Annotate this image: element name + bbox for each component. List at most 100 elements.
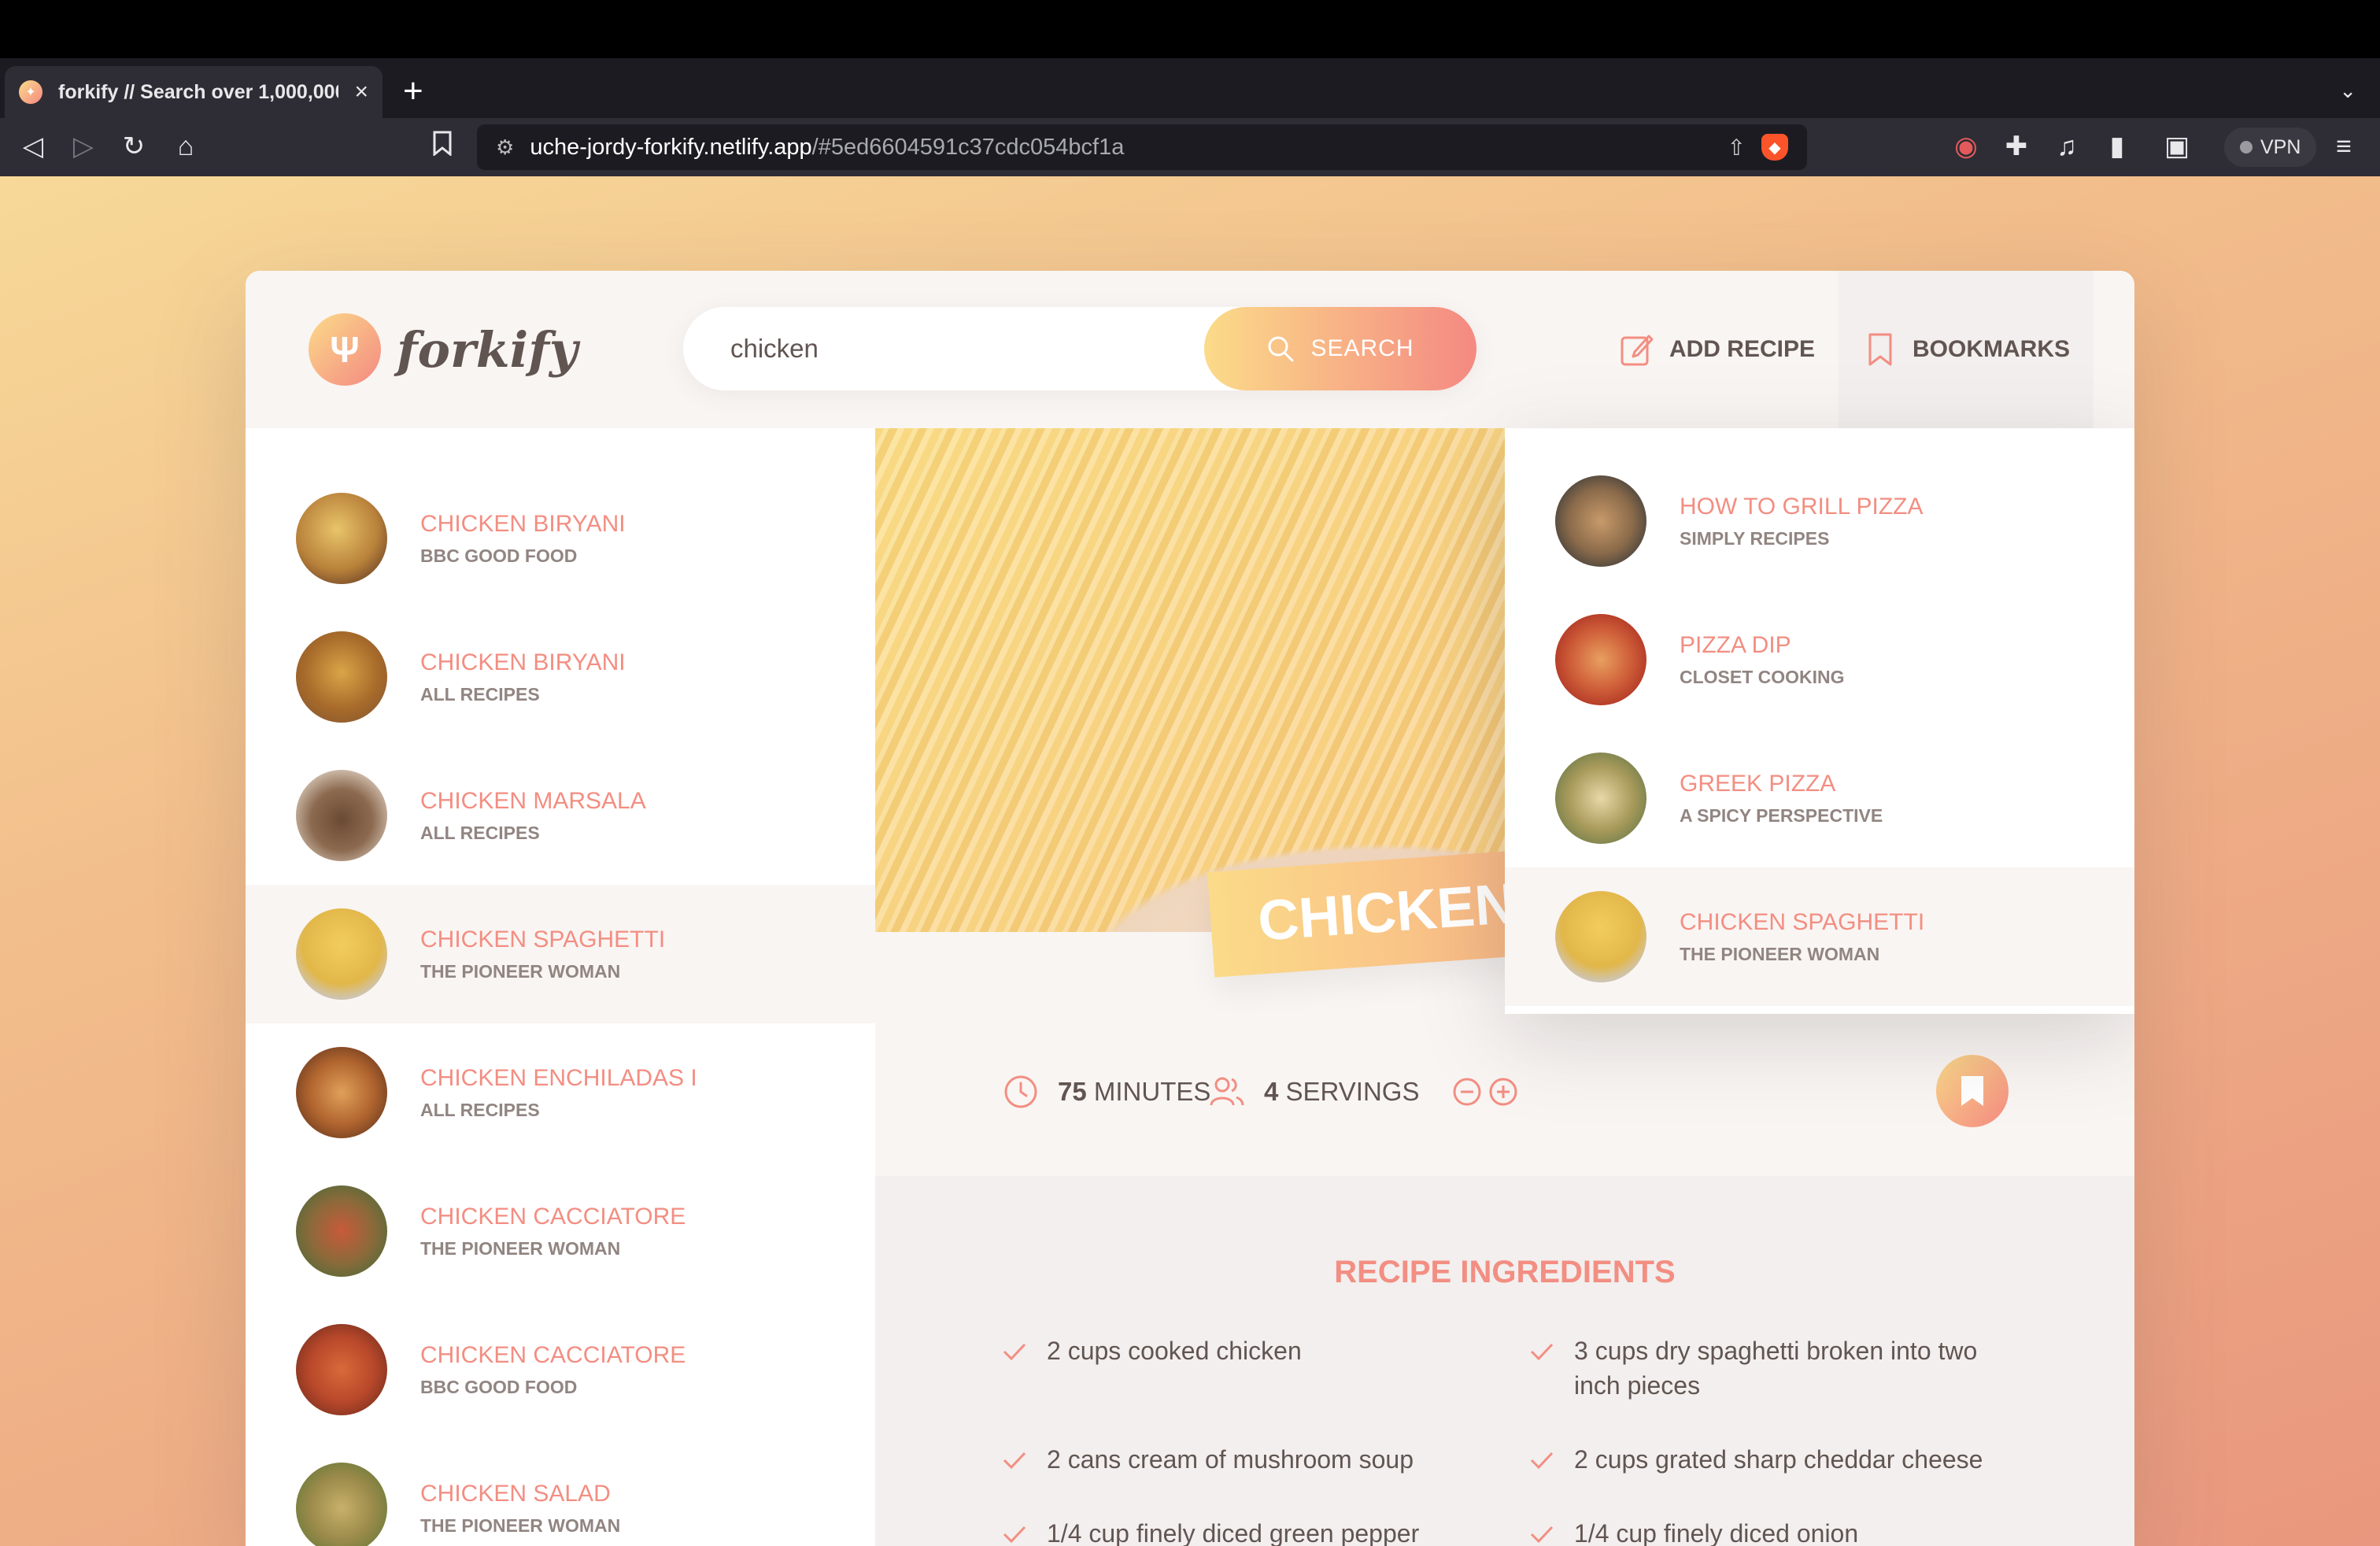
forward-icon[interactable]: ▷ bbox=[66, 131, 101, 162]
recipe-title-clip: CHICKEN SPAGHETTI bbox=[875, 428, 1513, 1026]
add-recipe-label: ADD RECIPE bbox=[1669, 336, 1815, 362]
site-settings-icon[interactable]: ⚙ bbox=[496, 135, 514, 160]
recipe-thumbnail bbox=[296, 770, 387, 861]
ingredient: 2 cans cream of mushroom soup bbox=[1001, 1442, 1528, 1477]
wallet-icon[interactable]: ▣ bbox=[2160, 131, 2194, 162]
search-icon bbox=[1268, 336, 1294, 362]
check-icon bbox=[1003, 1452, 1026, 1470]
sidebar-icon[interactable]: ▮ bbox=[2100, 131, 2134, 162]
plus-circle-icon[interactable] bbox=[1488, 1077, 1518, 1107]
browser-tab[interactable]: ✦ forkify // Search over 1,000,000 × bbox=[5, 66, 382, 118]
bookmark-recipe-button[interactable] bbox=[1936, 1055, 2009, 1127]
brave-shields-icon[interactable]: ◆ bbox=[1761, 134, 1788, 161]
result-title: Chicken Spaghetti bbox=[420, 926, 666, 952]
search-button[interactable]: SEARCH bbox=[1204, 307, 1476, 390]
bookmark-publisher: The Pioneer Woman bbox=[1680, 943, 1880, 964]
result-publisher: All Recipes bbox=[420, 1099, 540, 1120]
bookmark-item[interactable]: How to Grill Pizza Simply Recipes bbox=[1505, 452, 2134, 590]
result-item[interactable]: Chicken Cacciatore The Pioneer Woman bbox=[246, 1162, 875, 1300]
check-icon bbox=[1530, 1343, 1554, 1361]
result-item-active[interactable]: Chicken Spaghetti The Pioneer Woman bbox=[246, 885, 875, 1023]
back-icon[interactable]: ◁ bbox=[16, 131, 50, 162]
bookmark-fill-icon bbox=[1961, 1076, 1983, 1106]
bookmark-publisher: Simply Recipes bbox=[1680, 527, 1830, 549]
bookmarks-label: BOOKMARKS bbox=[1913, 336, 2070, 362]
check-icon bbox=[1530, 1452, 1554, 1470]
servings-value: 4 bbox=[1264, 1077, 1279, 1106]
ingredient-text: 1/4 cup finely diced green pepper bbox=[1047, 1519, 1420, 1546]
bookmark-title: How to Grill Pizza bbox=[1680, 493, 1924, 520]
bookmark-item[interactable]: Pizza Dip Closet Cooking bbox=[1505, 590, 2134, 729]
search-input[interactable] bbox=[683, 334, 1204, 364]
result-publisher: All Recipes bbox=[420, 683, 540, 705]
search-results: Chicken Biryani BBC Good Food Chicken Bir… bbox=[246, 428, 875, 1546]
result-publisher: The Pioneer Woman bbox=[420, 960, 621, 982]
ingredient-list: 2 cups cooked chicken 3 cups dry spaghet… bbox=[1001, 1333, 2024, 1546]
result-item[interactable]: Chicken Cacciatore BBC Good Food bbox=[246, 1300, 875, 1439]
recipe-thumbnail bbox=[296, 1185, 387, 1277]
extensions-icon[interactable]: ✚ bbox=[1999, 131, 2034, 162]
ingredient-text: 1/4 cup finely diced onion bbox=[1574, 1519, 1859, 1546]
bookmarks-dropdown: How to Grill Pizza Simply Recipes Pizza D… bbox=[1505, 428, 2134, 1014]
address-bar[interactable]: ⚙ uche-jordy-forkify.netlify.app/#5ed660… bbox=[477, 124, 1807, 170]
new-tab-icon[interactable]: + bbox=[403, 74, 423, 109]
tab-strip: ✦ forkify // Search over 1,000,000 × + ⌄ bbox=[0, 58, 2380, 118]
bookmark-page-icon[interactable] bbox=[425, 131, 460, 163]
vpn-button[interactable]: VPN bbox=[2224, 128, 2317, 167]
cooking-time-unit: MINUTES bbox=[1093, 1077, 1211, 1106]
result-publisher: The Pioneer Woman bbox=[420, 1237, 621, 1259]
result-title: Chicken Cacciatore bbox=[420, 1341, 686, 1368]
result-item[interactable]: Chicken Biryani BBC Good Food bbox=[246, 469, 875, 608]
users-icon bbox=[1210, 1077, 1244, 1106]
result-publisher: All Recipes bbox=[420, 822, 540, 843]
media-icon[interactable]: ♫ bbox=[2049, 131, 2084, 162]
close-tab-icon[interactable]: × bbox=[354, 79, 368, 105]
bookmark-item-active[interactable]: Chicken Spaghetti The Pioneer Woman bbox=[1505, 867, 2134, 1006]
bookmark-title: Chicken Spaghetti bbox=[1680, 908, 1925, 935]
recipe-title: CHICKEN SPAGHETTI bbox=[1207, 823, 1513, 978]
bookmark-item[interactable]: Greek Pizza A Spicy Perspective bbox=[1505, 729, 2134, 867]
result-title: Chicken Cacciatore bbox=[420, 1203, 686, 1230]
url-text[interactable]: uche-jordy-forkify.netlify.app/#5ed66045… bbox=[530, 135, 1711, 161]
recipe-thumbnail bbox=[296, 493, 387, 584]
vpn-status-icon bbox=[2240, 141, 2252, 153]
tab-title: forkify // Search over 1,000,000 bbox=[58, 80, 339, 103]
cooking-time-value: 75 bbox=[1058, 1077, 1087, 1106]
menu-icon[interactable]: ≡ bbox=[2326, 131, 2361, 162]
reload-icon[interactable]: ↻ bbox=[116, 131, 151, 162]
brave-rewards-icon[interactable]: ◉ bbox=[1949, 131, 1983, 162]
minus-circle-icon[interactable] bbox=[1452, 1077, 1482, 1107]
result-item[interactable]: Chicken Enchiladas I All Recipes bbox=[246, 1023, 875, 1162]
result-title: Chicken Marsala bbox=[420, 787, 646, 814]
result-publisher: BBC Good Food bbox=[420, 1376, 578, 1397]
bookmark-title: Pizza Dip bbox=[1680, 631, 1791, 658]
result-item[interactable]: Chicken Biryani All Recipes bbox=[246, 608, 875, 746]
ingredient-text: 3 cups dry spaghetti broken into two inc… bbox=[1574, 1337, 1978, 1400]
bookmark-title: Greek Pizza bbox=[1680, 770, 1836, 797]
result-item[interactable]: Chicken Salad The Pioneer Woman bbox=[246, 1439, 875, 1546]
result-item[interactable]: Chicken Marsala All Recipes bbox=[246, 746, 875, 885]
add-recipe-button[interactable]: ADD RECIPE bbox=[1595, 271, 1839, 428]
home-icon[interactable]: ⌂ bbox=[168, 131, 203, 162]
fork-spoon-icon: Ψ bbox=[309, 313, 381, 386]
recipe-thumbnail bbox=[296, 1324, 387, 1415]
chevron-down-icon[interactable]: ⌄ bbox=[2339, 79, 2356, 103]
recipe-thumbnail bbox=[296, 908, 387, 1000]
check-icon bbox=[1003, 1343, 1026, 1361]
recipe-thumbnail bbox=[296, 1463, 387, 1546]
bookmark-publisher: Closet Cooking bbox=[1680, 666, 1845, 687]
ingredient: 3 cups dry spaghetti broken into two inc… bbox=[1528, 1333, 2001, 1403]
search-form: SEARCH bbox=[683, 307, 1476, 390]
vpn-label: VPN bbox=[2260, 135, 2301, 158]
recipe-thumbnail bbox=[1555, 614, 1646, 705]
bookmark-publisher: A Spicy Perspective bbox=[1680, 804, 1883, 826]
forkify-favicon-icon: ✦ bbox=[19, 80, 42, 104]
forkify-app: Ψ forkify SEARCH ADD RECIPE BOOKMARKS Ch… bbox=[246, 271, 2134, 1546]
clock-icon bbox=[1004, 1075, 1037, 1108]
ingredient-text: 2 cups grated sharp cheddar cheese bbox=[1574, 1445, 1983, 1474]
bookmarks-button[interactable]: BOOKMARKS bbox=[1839, 271, 2094, 428]
recipe-thumbnail bbox=[296, 631, 387, 723]
share-icon[interactable]: ⇧ bbox=[1728, 135, 1746, 161]
result-title: Chicken Enchiladas I bbox=[420, 1064, 697, 1091]
recipe-thumbnail bbox=[296, 1047, 387, 1138]
